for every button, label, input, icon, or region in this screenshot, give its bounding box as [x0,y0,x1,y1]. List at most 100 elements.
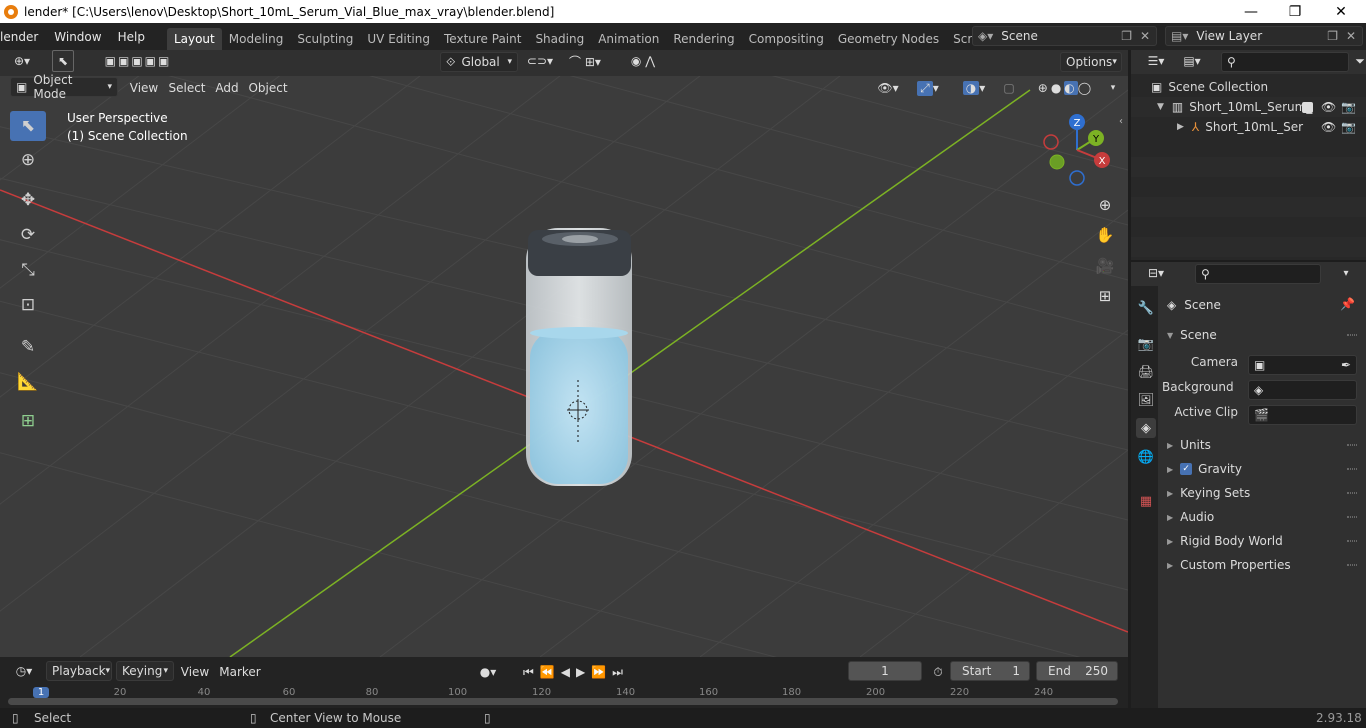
properties-options-icon[interactable]: ▾ [1335,262,1357,284]
camera-icon[interactable]: 📷 [1341,100,1356,114]
current-frame-field[interactable]: 1 [848,661,922,681]
cursor-tool-icon[interactable]: ⊕ [10,145,46,175]
properties-search-input[interactable]: ⚲ [1195,264,1321,284]
select-box-tool[interactable]: ⬉ [10,111,46,141]
gravity-checkbox[interactable]: ✓ [1180,463,1193,475]
texture-tab-icon[interactable]: ▦ [1136,491,1156,511]
marker-menu[interactable]: Marker [218,661,262,683]
shading-options-icon[interactable]: ▾ [1106,77,1120,99]
rotate-tool-icon[interactable]: ⟳ [10,220,46,250]
close-window-button[interactable]: ✕ [1318,0,1364,23]
measure-tool-icon[interactable]: 📐 [10,367,46,397]
annotate-tool-icon[interactable]: ✎ [10,332,46,362]
properties-editor-type-icon[interactable]: ⊟▾ [1141,262,1171,284]
playback-menu[interactable]: Playback ▾ [46,661,112,681]
eye-icon[interactable]: 👁 [1321,100,1336,114]
end-frame-field[interactable]: End 250 [1036,661,1118,681]
outliner-search-input[interactable]: ⚲ [1221,52,1349,72]
view-layer-selector[interactable]: ▤▾ View Layer ❐ ✕ [1165,26,1363,46]
outliner-row[interactable]: ▶ ⅄ Short_10mL_Ser 👁 📷 [1131,117,1366,137]
duplicate-view-layer-icon[interactable]: ❐ [1327,29,1338,43]
tab-rendering[interactable]: Rendering [666,28,741,50]
panel-drag-handle[interactable] [1347,334,1357,336]
maximize-button[interactable]: ❐ [1272,0,1318,23]
zoom-icon[interactable]: ⊕ [1093,193,1117,217]
tab-geometry-nodes[interactable]: Geometry Nodes [831,28,946,50]
overlays-icon[interactable]: ◑ ▾ [954,77,994,99]
tab-shading[interactable]: Shading [528,28,591,50]
rigid-body-world-panel[interactable]: ▶ Rigid Body World [1167,531,1283,551]
transform-orientation-dropdown[interactable]: ⟐ Global ▾ [440,52,518,72]
menu-select[interactable]: Select [166,77,208,99]
minimize-button[interactable]: — [1228,0,1274,23]
timeline-editor-type-icon[interactable]: ◷▾ [8,660,40,682]
camera-view-icon[interactable]: 🎥 [1093,254,1117,278]
custom-properties-panel[interactable]: ▶ Custom Properties [1167,555,1291,575]
timeline-scrollbar[interactable] [8,698,1118,705]
panel-drag-handle[interactable] [1347,492,1357,494]
background-scene-field[interactable]: ◈ [1248,380,1357,400]
outliner-editor-type-icon[interactable]: ☰▾ [1141,50,1171,72]
remove-scene-icon[interactable]: ✕ [1140,29,1150,43]
menu-view[interactable]: View [128,77,160,99]
stopwatch-icon[interactable]: ⏱ [928,661,948,683]
world-tab-icon[interactable]: 🌐 [1136,447,1156,467]
start-frame-field[interactable]: Start 1 [950,661,1030,681]
tab-texture-paint[interactable]: Texture Paint [437,28,528,50]
snapping-icon[interactable]: ⌒ ⊞▾ [560,50,610,72]
timeline-view-menu[interactable]: View [180,661,210,683]
duplicate-scene-icon[interactable]: ❐ [1121,29,1132,43]
transform-tool-icon[interactable]: ⊡ [10,290,46,320]
auto-keying-icon[interactable]: ●▾ [470,661,506,683]
menu-help[interactable]: Help [110,30,153,44]
tab-modeling[interactable]: Modeling [222,28,291,50]
navigation-gizmo[interactable]: Z Y X [1036,112,1116,188]
keying-sets-panel[interactable]: ▶ Keying Sets [1167,483,1250,503]
exclude-checkbox[interactable] [1302,101,1313,113]
eye-icon[interactable]: 👁 [1321,120,1336,134]
xray-icon[interactable]: ▢ [1000,77,1018,99]
menu-add[interactable]: Add [212,77,242,99]
selection-mode-icons[interactable]: ▣▣▣▣▣ [90,50,186,72]
panel-drag-handle[interactable] [1347,468,1357,470]
camera-icon[interactable]: 📷 [1341,120,1356,134]
tab-uv-editing[interactable]: UV Editing [360,28,437,50]
filter-icon[interactable]: ⏷ [1353,50,1366,72]
scene-selector[interactable]: ◈▾ Scene ❐ ✕ [972,26,1157,46]
audio-panel[interactable]: ▶ Audio [1167,507,1214,527]
panel-drag-handle[interactable] [1347,564,1357,566]
editor-type-icon[interactable]: ⊕▾ [4,50,40,72]
select-tool-icon[interactable]: ⬉ [52,50,74,72]
proportional-editing-icon[interactable]: ◉ ⋀ [618,50,668,72]
scene-panel-header[interactable]: ▼ Scene [1167,325,1217,345]
pin-icon[interactable]: 📌 [1340,297,1355,311]
expand-arrow-icon[interactable]: ▶ [1177,122,1184,132]
perspective-toggle-icon[interactable]: ⊞ [1093,284,1117,308]
keying-menu[interactable]: Keying ▾ [116,661,174,681]
display-mode-icon[interactable]: ▤▾ [1177,50,1207,72]
object-mode-dropdown[interactable]: ▣ Object Mode ▾ [10,73,118,101]
panel-drag-handle[interactable] [1347,540,1357,542]
output-tab-icon[interactable]: 🖨 [1136,362,1156,382]
pivot-point-icon[interactable]: ⊂⊃▾ [524,50,556,72]
remove-view-layer-icon[interactable]: ✕ [1346,29,1356,43]
gravity-panel[interactable]: ▶ ✓ Gravity [1167,459,1242,479]
tab-animation[interactable]: Animation [591,28,666,50]
view-layer-tab-icon[interactable]: 🖼 [1136,390,1156,410]
shading-mode-icons[interactable]: ⊕● ◐ ◯ [1024,77,1108,99]
scale-tool-icon[interactable]: ⤡ [10,255,46,285]
tool-tab-icon[interactable]: 🔧 [1136,298,1156,318]
menu-object[interactable]: Object [246,77,290,99]
tab-layout[interactable]: Layout [166,28,222,50]
scene-tab-icon[interactable]: ◈ [1136,418,1156,438]
eyedropper-icon[interactable]: ✒ [1341,358,1351,372]
add-cube-tool-icon[interactable]: ⊞ [10,406,46,436]
outliner-row[interactable]: ▼ ▥ Short_10mL_Serum_ 👁 📷 [1131,97,1366,117]
3d-viewport[interactable]: ⊕▾ ⬉ ▣▣▣▣▣ ⟐ Global ▾ ⊂⊃▾ ⌒ ⊞▾ ◉ ⋀ Optio… [0,50,1128,657]
options-dropdown[interactable]: Options ▾ [1060,52,1122,72]
expand-arrow-icon[interactable]: ▼ [1157,102,1164,112]
gizmo-toggle-icon[interactable]: ⤢ ▾ [908,77,948,99]
panel-drag-handle[interactable] [1347,444,1357,446]
sidebar-toggle-icon[interactable]: ‹ [1119,116,1123,127]
camera-field[interactable]: ▣ ✒ [1248,355,1357,375]
